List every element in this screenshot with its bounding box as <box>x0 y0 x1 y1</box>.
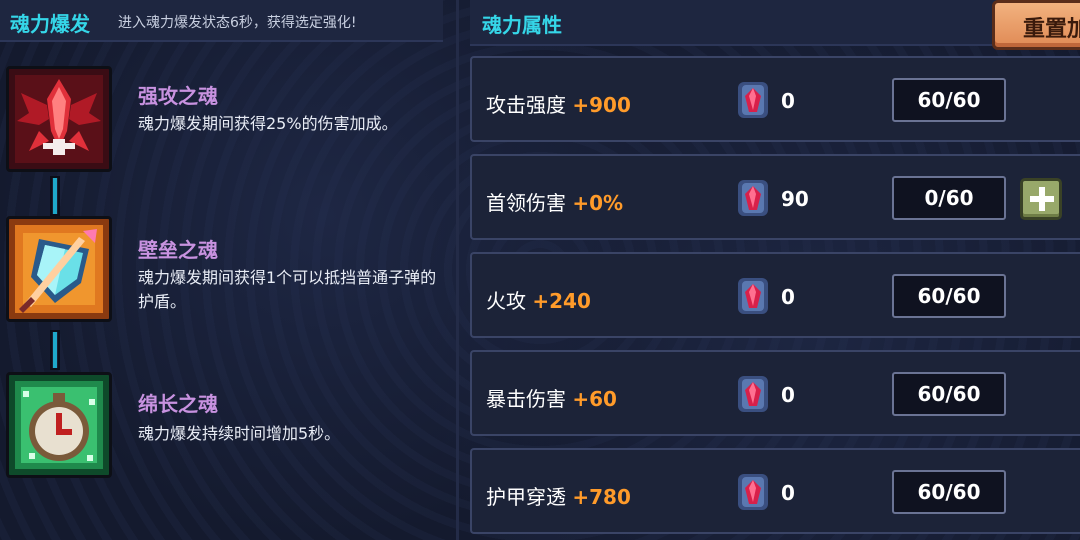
attribute-level: 60/60 <box>892 372 1006 416</box>
attribute-name: 暴击伤害 <box>486 387 566 411</box>
attribute-bonus: +900 <box>572 93 631 117</box>
attribute-label: 火攻 +240 <box>486 285 591 314</box>
attribute-bonus: +0% <box>572 191 624 215</box>
attribute-level: 60/60 <box>892 78 1006 122</box>
attribute-label: 首领伤害 +0% <box>486 187 623 216</box>
skill-strong-attack[interactable]: 强攻之魂 魂力爆发期间获得25%的伤害加成。 <box>0 66 450 178</box>
red-phoenix-icon[interactable] <box>6 66 112 172</box>
skill-name: 绵长之魂 <box>138 392 218 416</box>
shield-sword-icon[interactable] <box>6 216 112 322</box>
skill-description: 魂力爆发持续时间增加5秒。 <box>138 424 341 443</box>
skill-description: 魂力爆发期间获得25%的伤害加成。 <box>138 114 398 133</box>
gem-count: 0 <box>781 89 795 113</box>
skill-connector <box>50 176 60 216</box>
attribute-row-fire-attack: 火攻 +240 0 60/60 <box>470 252 1080 338</box>
reset-button[interactable]: 重置加 <box>992 0 1080 50</box>
attribute-name: 攻击强度 <box>486 93 566 117</box>
add-point-button[interactable] <box>1020 178 1062 220</box>
attribute-row-crit-damage: 暴击伤害 +60 0 60/60 <box>470 350 1080 436</box>
attribute-bonus: +780 <box>572 485 631 509</box>
soul-attributes-title: 魂力属性 <box>482 13 562 37</box>
attribute-name: 护甲穿透 <box>486 485 566 509</box>
skill-name: 强攻之魂 <box>138 84 218 108</box>
attribute-name: 首领伤害 <box>486 191 566 215</box>
soul-gem-icon <box>736 178 770 218</box>
attribute-bonus: +60 <box>572 387 617 411</box>
skill-description: 魂力爆发期间获得1个可以抵挡普通子弹的护盾。 <box>138 268 437 311</box>
soul-burst-description: 进入魂力爆发状态6秒，获得选定强化! <box>118 15 357 31</box>
soul-gem-icon <box>736 374 770 414</box>
gem-count: 0 <box>781 285 795 309</box>
gem-count: 0 <box>781 481 795 505</box>
attribute-level: 60/60 <box>892 470 1006 514</box>
panel-divider <box>456 0 459 540</box>
gem-count: 0 <box>781 383 795 407</box>
gem-count: 90 <box>781 187 809 211</box>
soul-gem-icon <box>736 80 770 120</box>
soul-burst-title: 魂力爆发 <box>10 12 90 36</box>
attribute-row-armor-penetration: 护甲穿透 +780 0 60/60 <box>470 448 1080 534</box>
attribute-row-attack-power: 攻击强度 +900 0 60/60 <box>470 56 1080 142</box>
attribute-level: 60/60 <box>892 274 1006 318</box>
attribute-bonus: +240 <box>532 289 591 313</box>
attribute-label: 攻击强度 +900 <box>486 89 631 118</box>
skill-endurance[interactable]: 绵长之魂 魂力爆发持续时间增加5秒。 <box>0 372 450 484</box>
attribute-row-boss-damage: 首领伤害 +0% 90 0/60 <box>470 154 1080 240</box>
soul-burst-header: 魂力爆发 进入魂力爆发状态6秒，获得选定强化! <box>0 0 443 42</box>
soul-gem-icon <box>736 472 770 512</box>
skill-connector <box>50 330 60 370</box>
skill-bulwark[interactable]: 壁垒之魂 魂力爆发期间获得1个可以抵挡普通子弹的护盾。 <box>0 216 450 328</box>
attribute-name: 火攻 <box>486 289 526 313</box>
soul-attributes-header: 魂力属性 <box>470 0 1080 46</box>
skill-name: 壁垒之魂 <box>138 238 218 262</box>
stopwatch-icon[interactable] <box>6 372 112 478</box>
attribute-label: 护甲穿透 +780 <box>486 481 631 510</box>
soul-gem-icon <box>736 276 770 316</box>
attribute-label: 暴击伤害 +60 <box>486 383 617 412</box>
attribute-level: 0/60 <box>892 176 1006 220</box>
